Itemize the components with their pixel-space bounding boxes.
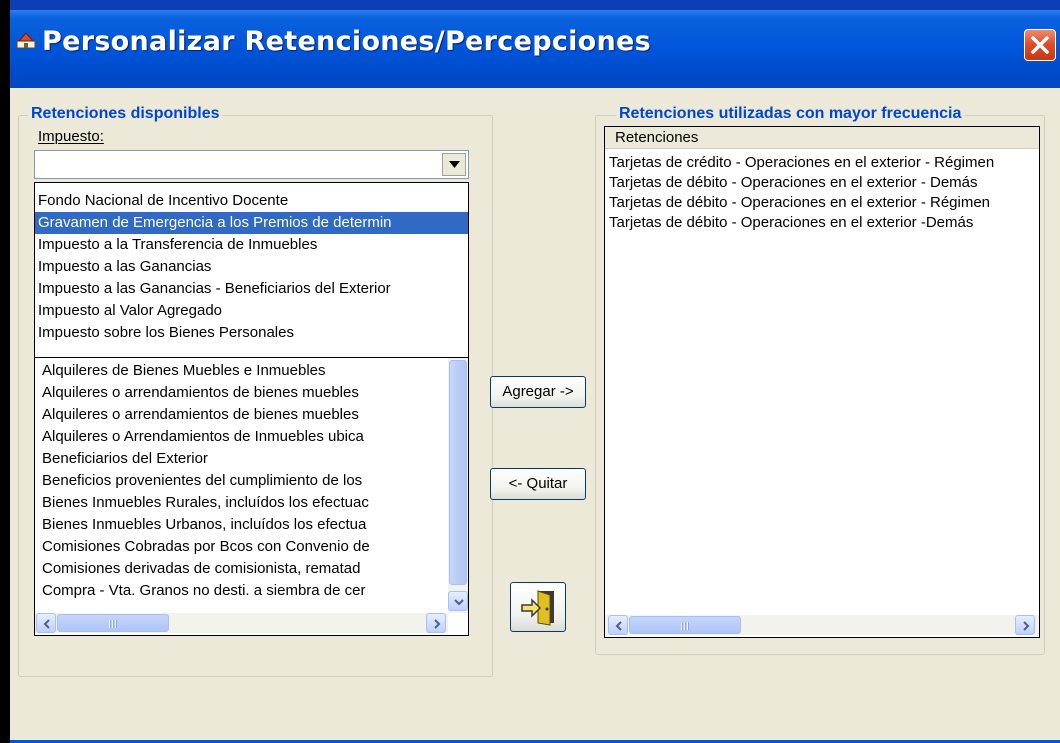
close-button[interactable] — [1024, 29, 1056, 61]
remove-button[interactable]: <- Quitar — [490, 468, 586, 500]
window-title: Personalizar Retenciones/Percepciones — [42, 26, 652, 57]
list-item[interactable]: Comisiones derivadas de comisionista, re… — [35, 558, 447, 580]
impuesto-dropdown-button[interactable] — [442, 153, 466, 176]
list-item[interactable]: Bienes Inmuebles Urbanos, incluídos los … — [35, 514, 447, 536]
dialog-client-area: Retenciones disponibles Impuesto: Fondo … — [10, 88, 1060, 740]
dropdown-option[interactable]: Impuesto a las Ganancias - Beneficiarios… — [35, 278, 468, 300]
horizontal-scroll-thumb[interactable] — [57, 614, 169, 632]
horizontal-scrollbar[interactable] — [605, 615, 1039, 635]
list-item[interactable]: Compra - Vta. Granos no desti. a siembra… — [35, 580, 447, 602]
scroll-grip-icon — [109, 620, 118, 628]
list-item[interactable]: Beneficios provenientes del cumplimiento… — [35, 470, 447, 492]
impuesto-combobox[interactable] — [34, 150, 469, 179]
list-item[interactable]: Tarjetas de débito - Operaciones en el e… — [609, 172, 978, 194]
dropdown-option[interactable]: Impuesto al Valor Agregado — [35, 300, 468, 322]
list-item[interactable]: Alquileres o arrendamientos de bienes mu… — [35, 382, 447, 404]
list-item[interactable]: Tarjetas de débito - Operaciones en el e… — [609, 192, 990, 214]
list-item[interactable]: Tarjetas de débito - Operaciones en el e… — [609, 212, 973, 234]
dropdown-option[interactable]: Impuesto a las Ganancias — [35, 256, 468, 278]
list-item[interactable]: Comisiones Cobradas por Bcos con Conveni… — [35, 536, 447, 558]
close-icon — [1031, 36, 1049, 54]
chevron-right-icon — [434, 619, 441, 629]
exit-door-icon — [521, 590, 554, 626]
list-item[interactable]: Alquileres o Arrendamientos de Inmuebles… — [35, 426, 447, 448]
dialog-window: Personalizar Retenciones/Percepciones Re… — [10, 0, 1060, 743]
scroll-grip-icon — [681, 622, 690, 630]
column-header-retenciones[interactable]: Retenciones — [605, 127, 1039, 149]
list-item[interactable]: Alquileres o arrendamientos de bienes mu… — [35, 404, 447, 426]
dropdown-option[interactable]: Fondo Nacional de Incentivo Docente — [35, 190, 468, 212]
chevron-down-icon — [449, 161, 460, 168]
scroll-right-button[interactable] — [426, 613, 446, 633]
list-item[interactable]: Tarjetas de crédito - Operaciones en el … — [609, 152, 994, 174]
scroll-right-button[interactable] — [1015, 615, 1035, 635]
chevron-down-icon — [454, 599, 464, 606]
available-retentions-title: Retenciones disponibles — [28, 105, 223, 123]
scroll-down-button[interactable] — [448, 591, 468, 611]
title-bar[interactable]: Personalizar Retenciones/Percepciones — [10, 0, 1060, 88]
impuesto-label: Impuesto: — [38, 128, 104, 145]
horizontal-scrollbar[interactable] — [35, 613, 448, 633]
exit-button[interactable] — [510, 582, 566, 632]
chevron-left-icon — [43, 619, 50, 629]
add-button[interactable]: Agregar -> — [490, 376, 586, 408]
list-item[interactable]: Alquileres de Bienes Muebles e Inmuebles — [35, 360, 447, 382]
list-item[interactable]: Bienes Inmuebles Rurales, incluídos los … — [35, 492, 447, 514]
chevron-left-icon — [615, 621, 622, 631]
horizontal-scroll-thumb[interactable] — [629, 616, 741, 634]
dropdown-option[interactable]: Impuesto a la Transferencia de Inmuebles — [35, 234, 468, 256]
available-retentions-list[interactable]: Alquileres de Bienes Muebles e Inmuebles… — [34, 358, 469, 636]
dropdown-option[interactable]: Impuesto sobre los Bienes Personales — [35, 322, 468, 344]
vertical-scrollbar[interactable] — [448, 358, 468, 613]
app-icon — [16, 32, 36, 49]
scroll-left-button[interactable] — [36, 613, 56, 633]
vertical-scroll-thumb[interactable] — [449, 360, 467, 585]
chevron-right-icon — [1023, 621, 1030, 631]
frequent-retentions-title: Retenciones utilizadas con mayor frecuen… — [616, 105, 965, 123]
list-item[interactable]: Beneficiarios del Exterior — [35, 448, 447, 470]
dropdown-option-selected[interactable]: Gravamen de Emergencia a los Premios de … — [35, 212, 468, 234]
impuesto-dropdown-list[interactable]: Fondo Nacional de Incentivo Docente Grav… — [34, 182, 469, 358]
scroll-left-button[interactable] — [608, 615, 628, 635]
frequent-retentions-list[interactable]: Retenciones Tarjetas de crédito - Operac… — [604, 126, 1040, 638]
title-bar-top-band — [10, 0, 1060, 10]
